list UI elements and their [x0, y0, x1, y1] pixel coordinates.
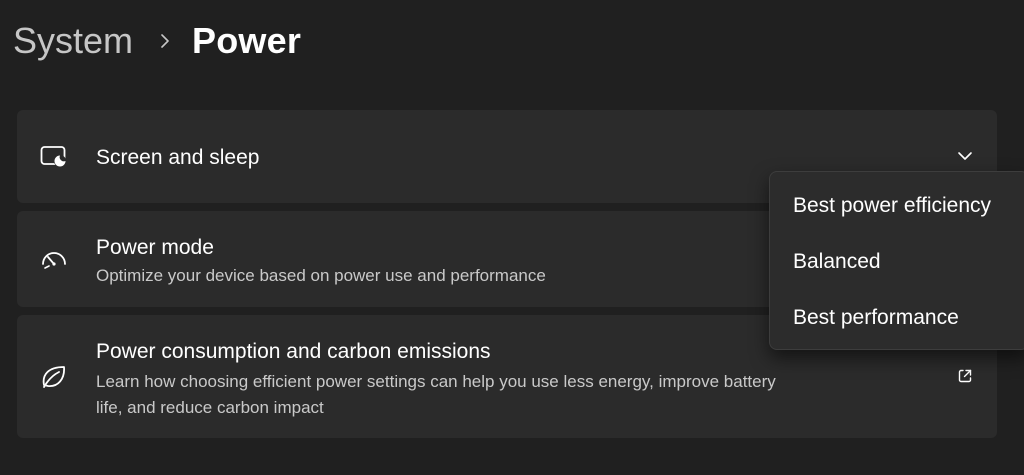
power-mode-gauge-icon — [40, 245, 68, 273]
breadcrumb-system-link[interactable]: System — [13, 18, 133, 64]
chevron-down-icon[interactable] — [955, 146, 975, 166]
screen-and-sleep-title: Screen and sleep — [96, 146, 260, 169]
power-consumption-description-line1: Learn how choosing efficient power setti… — [96, 372, 776, 391]
power-mode-option-best-performance[interactable]: Best performance — [770, 296, 1024, 340]
settings-page: System Power Screen and sleep Power mode… — [0, 0, 1024, 475]
power-mode-option-balanced[interactable]: Balanced — [770, 240, 1024, 284]
leaf-icon — [40, 363, 68, 391]
power-consumption-description-line2: life, and reduce carbon impact — [96, 398, 324, 417]
power-consumption-title: Power consumption and carbon emissions — [96, 340, 491, 363]
power-mode-title: Power mode — [96, 236, 214, 259]
page-title: Power — [192, 20, 302, 61]
external-link-icon[interactable] — [955, 366, 975, 386]
power-mode-description: Optimize your device based on power use … — [96, 266, 546, 285]
power-mode-dropdown-menu: Best power efficiency Balanced Best perf… — [769, 171, 1024, 350]
screen-sleep-icon — [40, 143, 68, 171]
power-mode-option-best-efficiency[interactable]: Best power efficiency — [770, 184, 1024, 228]
breadcrumb: System Power — [13, 18, 301, 64]
breadcrumb-chevron-right-icon — [158, 34, 172, 48]
